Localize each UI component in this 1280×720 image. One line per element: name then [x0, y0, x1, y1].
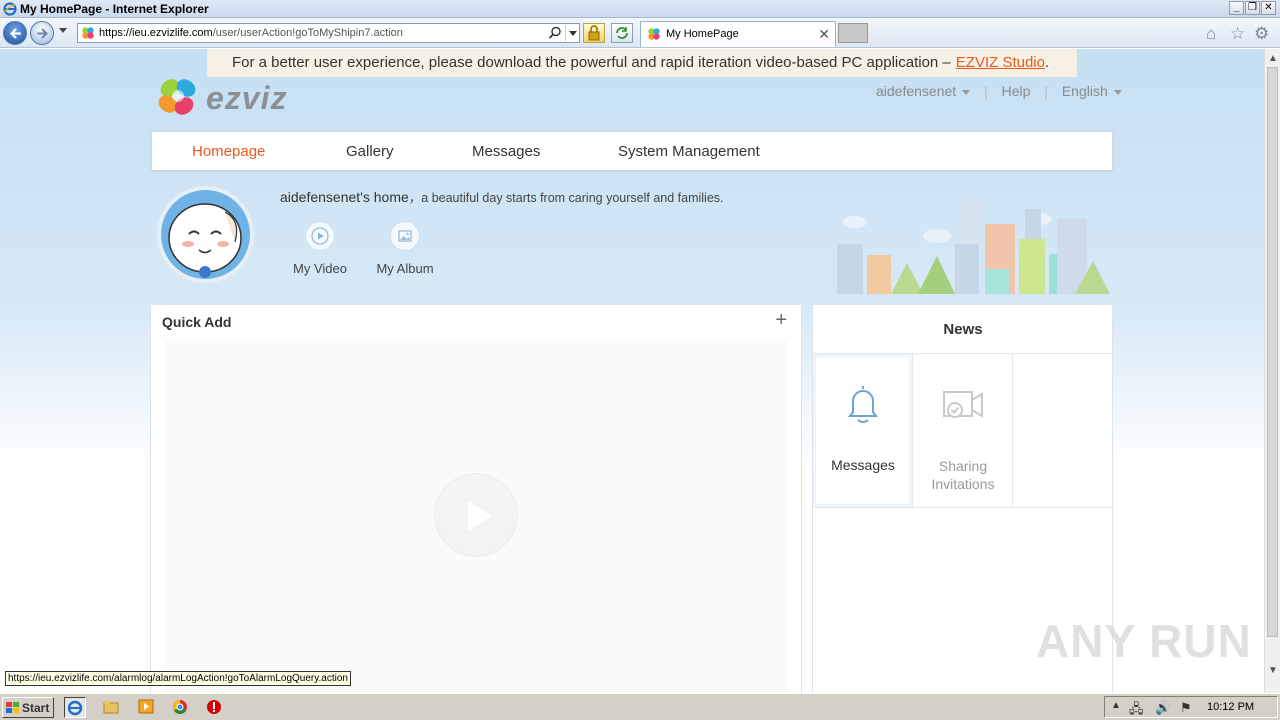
news-sharing-invitations-item[interactable]: Sharing Invitations	[913, 354, 1013, 507]
history-dropdown[interactable]	[59, 28, 67, 33]
window-title: My HomePage - Internet Explorer	[20, 2, 209, 16]
ie-logo-icon	[3, 2, 17, 16]
anyrun-watermark: ANY RUN	[1036, 615, 1252, 667]
city-illustration	[837, 199, 1110, 294]
taskbar: Start ▲ 🖧 🔊 ⚑ 10:12 PM	[0, 693, 1280, 720]
close-button[interactable]: ✕	[1261, 1, 1276, 15]
ezviz-favicon-icon	[648, 28, 660, 40]
lock-icon	[588, 25, 600, 41]
video-preview-area	[165, 340, 787, 693]
avatar-image	[161, 190, 250, 279]
arrow-right-icon	[37, 28, 48, 39]
chevron-down-icon	[962, 89, 971, 95]
image-icon	[390, 221, 420, 251]
start-button[interactable]: Start	[2, 697, 54, 718]
refresh-icon	[616, 27, 628, 39]
nav-system-management[interactable]: System Management	[618, 143, 760, 160]
taskbar-stop-button[interactable]	[204, 697, 226, 718]
ie-icon	[67, 700, 83, 716]
tab-title: My HomePage	[666, 28, 739, 40]
user-menu[interactable]: aidefensenet	[876, 83, 971, 99]
taskbar-explorer-button[interactable]	[101, 697, 123, 718]
tray-expand-icon[interactable]: ▲	[1111, 700, 1121, 711]
back-button[interactable]	[3, 21, 27, 45]
forward-button[interactable]	[30, 21, 54, 45]
bell-icon	[848, 386, 878, 423]
my-video-shortcut[interactable]: My Video	[290, 221, 350, 276]
security-lock-button[interactable]	[583, 23, 605, 43]
taskbar-chrome-button[interactable]	[170, 697, 192, 718]
main-navigation: Homepage Gallery Messages System Managem…	[151, 131, 1113, 171]
home-title: aidefensenet's home	[280, 189, 409, 205]
news-sharing-invitations-label: Sharing Invitations	[931, 458, 995, 492]
tab-my-homepage[interactable]: My HomePage ✕	[640, 21, 836, 47]
avatar[interactable]	[157, 186, 254, 283]
help-link[interactable]: Help	[1002, 83, 1031, 99]
minimize-button[interactable]: _	[1229, 1, 1244, 15]
my-album-shortcut[interactable]: My Album	[373, 221, 437, 276]
news-title: News	[813, 305, 1113, 354]
chrome-icon	[173, 700, 187, 714]
restore-button[interactable]: ❐	[1245, 1, 1260, 15]
brand-name: ezviz	[206, 80, 288, 116]
nav-gallery[interactable]: Gallery	[346, 143, 394, 160]
language-selector[interactable]: English	[1062, 83, 1122, 99]
system-tray: ▲ 🖧 🔊 ⚑ 10:12 PM	[1104, 696, 1278, 718]
new-tab-button[interactable]	[838, 23, 868, 43]
settings-gear-icon[interactable]: ⚙	[1254, 25, 1269, 42]
folder-icon	[103, 701, 119, 714]
network-icon[interactable]: 🖧	[1129, 700, 1144, 720]
news-messages-item[interactable]: Messages	[813, 354, 913, 507]
my-album-label: My Album	[376, 261, 434, 276]
my-video-label: My Video	[293, 261, 347, 276]
quick-add-panel: Quick Add +	[150, 304, 802, 693]
web-page: For a better user experience, please dow…	[0, 49, 1264, 693]
scroll-up-icon[interactable]: ▲	[1268, 53, 1278, 64]
arrow-left-icon	[9, 28, 22, 39]
home-greeting: aidefensenet's home，a beautiful day star…	[280, 187, 724, 206]
scroll-down-icon[interactable]: ▼	[1268, 665, 1278, 676]
chevron-down-icon	[1113, 89, 1122, 95]
divider	[813, 507, 1113, 508]
search-icon[interactable]	[548, 26, 562, 40]
banner-text: For a better user experience, please dow…	[232, 54, 951, 71]
download-banner: For a better user experience, please dow…	[207, 49, 1077, 77]
camera-check-icon	[943, 391, 983, 418]
browser-toolbar: https://ieu.ezvizlife.com/user/userActio…	[0, 18, 1280, 48]
news-messages-label: Messages	[831, 457, 895, 473]
taskbar-ie-button[interactable]	[64, 697, 86, 718]
tab-close-icon[interactable]: ✕	[818, 26, 830, 43]
ezviz-logo[interactable]: ezviz	[156, 74, 306, 124]
play-button-icon[interactable]	[434, 473, 518, 557]
url-text[interactable]: https://ieu.ezvizlife.com/user/userActio…	[99, 27, 403, 39]
play-icon	[305, 221, 335, 251]
window-titlebar: My HomePage - Internet Explorer _ ❐ ✕	[0, 0, 1280, 18]
status-bar-url: https://ieu.ezvizlife.com/alarmlog/alarm…	[5, 671, 351, 686]
nav-homepage[interactable]: Homepage	[192, 143, 265, 160]
quick-add-title: Quick Add	[162, 314, 232, 330]
favorites-star-icon[interactable]: ☆	[1230, 25, 1245, 42]
account-links: aidefensenet | Help | English	[876, 83, 1122, 99]
nav-messages[interactable]: Messages	[472, 143, 540, 160]
media-player-icon	[138, 699, 154, 714]
home-icon[interactable]: ⌂	[1206, 25, 1216, 42]
stop-icon	[207, 700, 221, 714]
flag-icon[interactable]: ⚑	[1180, 700, 1192, 716]
address-dropdown[interactable]	[565, 25, 578, 41]
add-device-icon[interactable]: +	[775, 309, 787, 332]
ezviz-favicon-icon	[82, 27, 94, 39]
volume-icon[interactable]: 🔊	[1155, 700, 1171, 716]
home-tagline: ，a beautiful day starts from caring your…	[408, 191, 724, 205]
windows-flag-icon	[6, 702, 19, 713]
clock[interactable]: 10:12 PM	[1207, 701, 1254, 713]
taskbar-media-player-button[interactable]	[136, 697, 158, 718]
vertical-scrollbar[interactable]: ▲ ▼	[1264, 49, 1280, 693]
ezviz-studio-link[interactable]: EZVIZ Studio	[956, 54, 1045, 71]
scrollbar-thumb[interactable]	[1267, 67, 1278, 637]
refresh-button[interactable]	[611, 23, 633, 43]
address-bar[interactable]: https://ieu.ezvizlife.com/user/userActio…	[77, 23, 580, 43]
